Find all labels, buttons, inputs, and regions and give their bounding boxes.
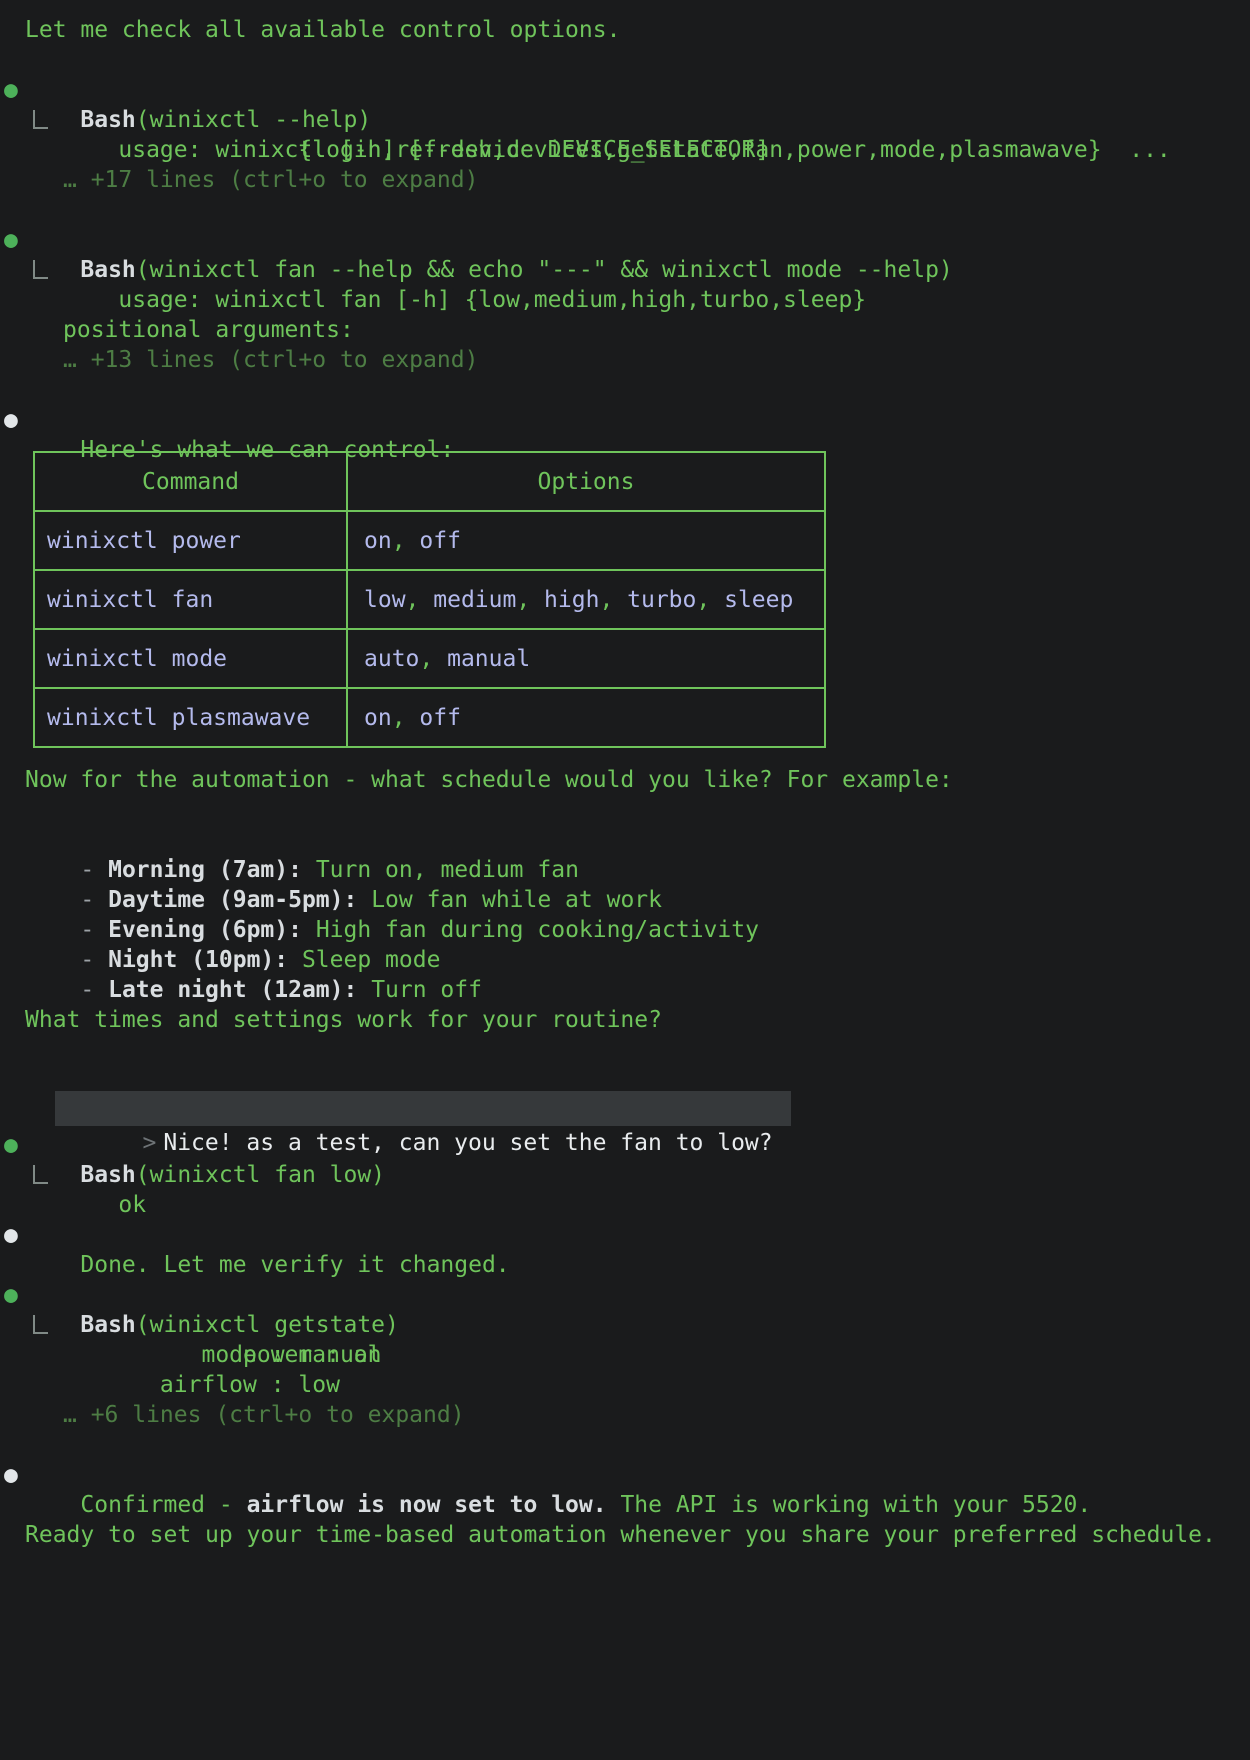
assistant-text: The API is working with your 5520. (607, 1492, 1092, 1518)
tool-output-line: {login,refresh,devices,getstate,fan,powe… (25, 135, 1250, 165)
assistant-message: ●Confirmed - airflow is now set to low. … (25, 1460, 1250, 1490)
assistant-intro-text: Let me check all available control optio… (25, 15, 1250, 45)
command-cell: winixctl fan (34, 570, 347, 629)
assistant-text: Confirmed - (80, 1492, 246, 1518)
expand-hint: … +6 lines (ctrl+o to expand) (25, 1400, 1250, 1430)
tool-output-line: airflow : low (25, 1370, 1250, 1400)
user-message-bar: >Nice! as a test, can you set the fan to… (55, 1091, 790, 1126)
expand-hint: … +13 lines (ctrl+o to expand) (25, 345, 1250, 375)
options-cell: low, medium, high, turbo, sleep (347, 570, 825, 629)
spacer (25, 1430, 1250, 1460)
control-options-table: Command Options winixctl power on, off w… (33, 451, 826, 748)
schedule-list-item: - Morning (7am): Turn on, medium fan (25, 825, 1250, 855)
tool-output-line (25, 285, 1250, 315)
output-elbow-icon (33, 260, 48, 279)
tool-output-line: power : on (25, 1310, 1250, 1340)
tool-call-bash-fan-low: ●Bash(winixctl fan low) (25, 1130, 1250, 1160)
schedule-list-item: - Evening (6pm): High fan during cooking… (25, 885, 1250, 915)
command-cell: winixctl mode (34, 629, 347, 688)
schedule-desc: Turn off (357, 977, 482, 1003)
schedule-label: Late night (12am): (108, 977, 357, 1003)
assistant-message: ●Done. Let me verify it changed. (25, 1220, 1250, 1250)
schedule-list-item: - Night (10pm): Sleep mode (25, 915, 1250, 945)
spacer (25, 195, 1250, 225)
spacer (25, 1190, 1250, 1220)
message-bullet-icon: ● (4, 405, 18, 435)
user-message-row: >Nice! as a test, can you set the fan to… (0, 1065, 1250, 1100)
options-cell: on, off (347, 688, 825, 747)
command-cell: winixctl plasmawave (34, 688, 347, 747)
output-elbow-icon (33, 1315, 48, 1334)
table-row: winixctl fan low, medium, high, turbo, s… (34, 570, 825, 629)
tool-bullet-icon: ● (4, 225, 18, 255)
output-elbow-icon (33, 1165, 48, 1184)
assistant-text: Here's what we can control: (80, 437, 454, 463)
assistant-text: Done. Let me verify it changed. (80, 1252, 509, 1278)
options-cell: auto, manual (347, 629, 825, 688)
assistant-text: Ready to set up your time-based automati… (25, 1520, 1250, 1550)
tool-call-bash-fan-mode-help: ●Bash(winixctl fan --help && echo "---" … (25, 225, 1250, 255)
assistant-message: ●Here's what we can control: (25, 405, 1250, 435)
spacer (25, 795, 1250, 825)
assistant-text: What times and settings work for your ro… (25, 1005, 1250, 1035)
tool-bullet-icon: ● (4, 1280, 18, 1310)
command-cell: winixctl power (34, 511, 347, 570)
output-elbow-icon (33, 110, 48, 129)
message-bullet-icon: ● (4, 1460, 18, 1490)
spacer (25, 1035, 1250, 1065)
message-bullet-icon: ● (4, 1220, 18, 1250)
tool-output-line: positional arguments: (25, 315, 1250, 345)
schedule-list-item: - Daytime (9am-5pm): Low fan while at wo… (25, 855, 1250, 885)
tool-output-line: usage: winixctl fan [-h] {low,medium,hig… (25, 255, 1250, 285)
table-row: winixctl plasmawave on, off (34, 688, 825, 747)
tool-output-line: mode : manual (25, 1340, 1250, 1370)
table-row: winixctl mode auto, manual (34, 629, 825, 688)
spacer (25, 375, 1250, 405)
expand-hint: … +17 lines (ctrl+o to expand) (25, 165, 1250, 195)
list-dash: - (80, 977, 108, 1003)
tool-call-bash-help: ●Bash(winixctl --help) (25, 75, 1250, 105)
spacer (25, 45, 1250, 75)
tool-output-line: ok (25, 1160, 1250, 1190)
assistant-text-bold: airflow is now set to low. (247, 1492, 607, 1518)
tool-bullet-icon: ● (4, 75, 18, 105)
tool-output-line: usage: winixctl [-h] [--device DEVICE_SE… (25, 105, 1250, 135)
terminal: Let me check all available control optio… (0, 0, 1250, 1550)
schedule-list-item: - Late night (12am): Turn off (25, 945, 1250, 975)
assistant-text: Now for the automation - what schedule w… (25, 765, 1250, 795)
tool-call-bash-getstate: ●Bash(winixctl getstate) (25, 1280, 1250, 1310)
tool-bullet-icon: ● (4, 1130, 18, 1160)
table-row: winixctl power on, off (34, 511, 825, 570)
options-cell: on, off (347, 511, 825, 570)
